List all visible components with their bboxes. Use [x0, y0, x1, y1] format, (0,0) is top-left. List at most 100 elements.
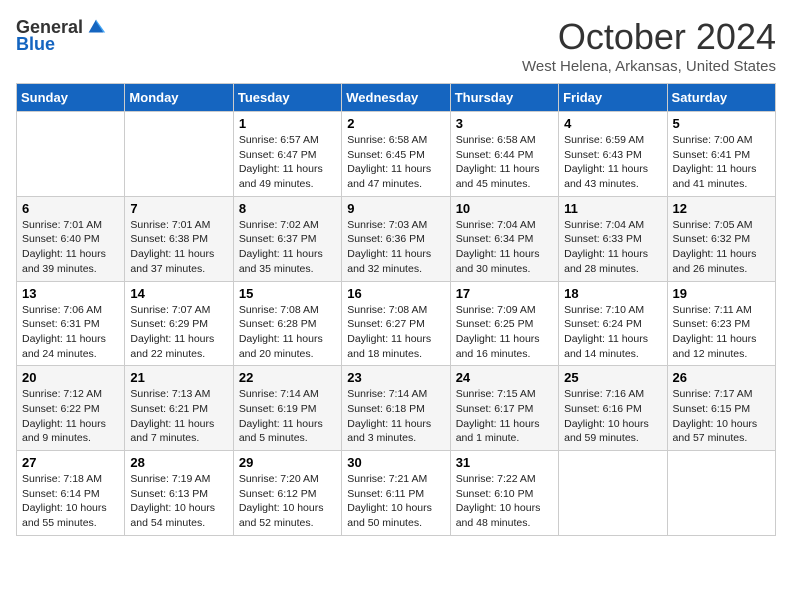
calendar-cell: [17, 112, 125, 197]
cell-content: Daylight: 10 hours and 55 minutes.: [22, 501, 119, 530]
cell-content: Sunrise: 7:12 AM: [22, 387, 119, 402]
cell-content: Sunset: 6:14 PM: [22, 487, 119, 502]
calendar-cell: 17Sunrise: 7:09 AMSunset: 6:25 PMDayligh…: [450, 281, 558, 366]
calendar-week-row: 20Sunrise: 7:12 AMSunset: 6:22 PMDayligh…: [17, 366, 776, 451]
cell-content: Daylight: 11 hours and 43 minutes.: [564, 162, 661, 191]
day-number: 9: [347, 201, 444, 216]
day-number: 5: [673, 116, 770, 131]
cell-content: Sunrise: 7:11 AM: [673, 303, 770, 318]
cell-content: Daylight: 11 hours and 20 minutes.: [239, 332, 336, 361]
cell-content: Daylight: 11 hours and 18 minutes.: [347, 332, 444, 361]
cell-content: Daylight: 11 hours and 7 minutes.: [130, 417, 227, 446]
calendar-cell: 25Sunrise: 7:16 AMSunset: 6:16 PMDayligh…: [559, 366, 667, 451]
cell-content: Sunset: 6:41 PM: [673, 148, 770, 163]
cell-content: Daylight: 11 hours and 39 minutes.: [22, 247, 119, 276]
day-number: 13: [22, 286, 119, 301]
day-number: 11: [564, 201, 661, 216]
month-title: October 2024: [522, 16, 776, 58]
cell-content: Daylight: 11 hours and 9 minutes.: [22, 417, 119, 446]
calendar-week-row: 6Sunrise: 7:01 AMSunset: 6:40 PMDaylight…: [17, 196, 776, 281]
cell-content: Sunset: 6:21 PM: [130, 402, 227, 417]
calendar-cell: [667, 451, 775, 536]
cell-content: Daylight: 11 hours and 12 minutes.: [673, 332, 770, 361]
cell-content: Sunset: 6:10 PM: [456, 487, 553, 502]
calendar-cell: 5Sunrise: 7:00 AMSunset: 6:41 PMDaylight…: [667, 112, 775, 197]
calendar-cell: 18Sunrise: 7:10 AMSunset: 6:24 PMDayligh…: [559, 281, 667, 366]
calendar-day-header: Tuesday: [233, 84, 341, 112]
cell-content: Daylight: 10 hours and 57 minutes.: [673, 417, 770, 446]
calendar-cell: 12Sunrise: 7:05 AMSunset: 6:32 PMDayligh…: [667, 196, 775, 281]
calendar-day-header: Sunday: [17, 84, 125, 112]
day-number: 22: [239, 370, 336, 385]
cell-content: Sunrise: 7:21 AM: [347, 472, 444, 487]
cell-content: Sunset: 6:18 PM: [347, 402, 444, 417]
day-number: 19: [673, 286, 770, 301]
cell-content: Sunset: 6:31 PM: [22, 317, 119, 332]
cell-content: Sunset: 6:47 PM: [239, 148, 336, 163]
cell-content: Sunrise: 7:01 AM: [22, 218, 119, 233]
cell-content: Sunrise: 7:05 AM: [673, 218, 770, 233]
cell-content: Daylight: 11 hours and 14 minutes.: [564, 332, 661, 361]
cell-content: Daylight: 11 hours and 37 minutes.: [130, 247, 227, 276]
cell-content: Sunset: 6:17 PM: [456, 402, 553, 417]
cell-content: Daylight: 11 hours and 47 minutes.: [347, 162, 444, 191]
calendar-cell: 24Sunrise: 7:15 AMSunset: 6:17 PMDayligh…: [450, 366, 558, 451]
day-number: 24: [456, 370, 553, 385]
calendar-week-row: 27Sunrise: 7:18 AMSunset: 6:14 PMDayligh…: [17, 451, 776, 536]
calendar-cell: [559, 451, 667, 536]
cell-content: Daylight: 11 hours and 26 minutes.: [673, 247, 770, 276]
cell-content: Sunrise: 7:08 AM: [239, 303, 336, 318]
cell-content: Sunset: 6:37 PM: [239, 232, 336, 247]
cell-content: Sunrise: 7:06 AM: [22, 303, 119, 318]
cell-content: Sunset: 6:34 PM: [456, 232, 553, 247]
day-number: 3: [456, 116, 553, 131]
calendar-cell: 2Sunrise: 6:58 AMSunset: 6:45 PMDaylight…: [342, 112, 450, 197]
cell-content: Sunrise: 7:07 AM: [130, 303, 227, 318]
cell-content: Daylight: 10 hours and 54 minutes.: [130, 501, 227, 530]
cell-content: Sunset: 6:13 PM: [130, 487, 227, 502]
calendar-cell: 7Sunrise: 7:01 AMSunset: 6:38 PMDaylight…: [125, 196, 233, 281]
calendar-cell: 16Sunrise: 7:08 AMSunset: 6:27 PMDayligh…: [342, 281, 450, 366]
cell-content: Daylight: 10 hours and 50 minutes.: [347, 501, 444, 530]
title-area: October 2024 West Helena, Arkansas, Unit…: [522, 16, 776, 75]
cell-content: Sunrise: 6:57 AM: [239, 133, 336, 148]
cell-content: Sunrise: 7:15 AM: [456, 387, 553, 402]
calendar-cell: 14Sunrise: 7:07 AMSunset: 6:29 PMDayligh…: [125, 281, 233, 366]
calendar-cell: [125, 112, 233, 197]
calendar-cell: 30Sunrise: 7:21 AMSunset: 6:11 PMDayligh…: [342, 451, 450, 536]
day-number: 17: [456, 286, 553, 301]
cell-content: Sunset: 6:32 PM: [673, 232, 770, 247]
cell-content: Sunrise: 7:10 AM: [564, 303, 661, 318]
cell-content: Sunrise: 7:14 AM: [347, 387, 444, 402]
cell-content: Sunset: 6:33 PM: [564, 232, 661, 247]
day-number: 25: [564, 370, 661, 385]
cell-content: Sunrise: 7:04 AM: [564, 218, 661, 233]
day-number: 15: [239, 286, 336, 301]
cell-content: Daylight: 11 hours and 35 minutes.: [239, 247, 336, 276]
cell-content: Sunrise: 6:59 AM: [564, 133, 661, 148]
calendar-cell: 13Sunrise: 7:06 AMSunset: 6:31 PMDayligh…: [17, 281, 125, 366]
day-number: 31: [456, 455, 553, 470]
day-number: 27: [22, 455, 119, 470]
day-number: 2: [347, 116, 444, 131]
day-number: 14: [130, 286, 227, 301]
calendar-cell: 21Sunrise: 7:13 AMSunset: 6:21 PMDayligh…: [125, 366, 233, 451]
cell-content: Sunrise: 7:08 AM: [347, 303, 444, 318]
cell-content: Sunset: 6:11 PM: [347, 487, 444, 502]
cell-content: Daylight: 11 hours and 16 minutes.: [456, 332, 553, 361]
day-number: 18: [564, 286, 661, 301]
day-number: 10: [456, 201, 553, 216]
logo-blue-text: Blue: [16, 34, 55, 55]
location: West Helena, Arkansas, United States: [522, 58, 776, 75]
cell-content: Daylight: 11 hours and 30 minutes.: [456, 247, 553, 276]
cell-content: Sunset: 6:15 PM: [673, 402, 770, 417]
cell-content: Sunrise: 7:02 AM: [239, 218, 336, 233]
cell-content: Sunrise: 7:09 AM: [456, 303, 553, 318]
cell-content: Daylight: 11 hours and 22 minutes.: [130, 332, 227, 361]
calendar-table: SundayMondayTuesdayWednesdayThursdayFrid…: [16, 83, 776, 536]
cell-content: Sunset: 6:38 PM: [130, 232, 227, 247]
calendar-cell: 10Sunrise: 7:04 AMSunset: 6:34 PMDayligh…: [450, 196, 558, 281]
cell-content: Daylight: 10 hours and 48 minutes.: [456, 501, 553, 530]
cell-content: Sunset: 6:44 PM: [456, 148, 553, 163]
calendar-cell: 19Sunrise: 7:11 AMSunset: 6:23 PMDayligh…: [667, 281, 775, 366]
